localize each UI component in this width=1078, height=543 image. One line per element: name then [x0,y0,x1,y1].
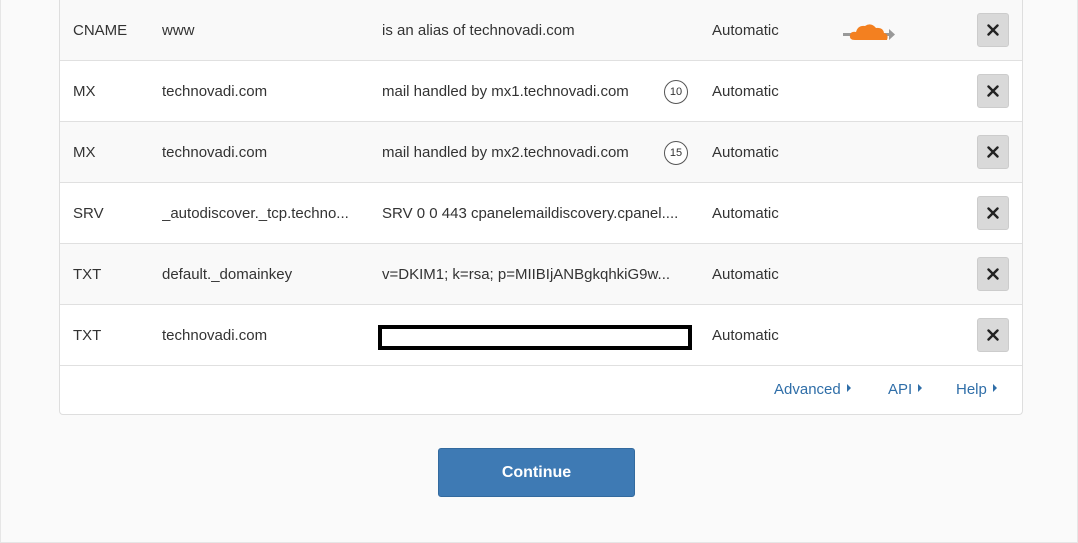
record-ttl: Automatic [712,22,779,39]
close-icon [987,146,999,158]
record-ttl: Automatic [712,266,779,283]
close-icon [987,85,999,97]
delete-record-button[interactable] [977,318,1009,352]
caret-right-icon [846,384,851,393]
delete-record-button[interactable] [977,135,1009,169]
record-name: technovadi.com [162,83,268,100]
mx-priority-badge: 10 [664,80,688,104]
delete-record-button[interactable] [977,74,1009,108]
help-link-label: Help [956,381,987,398]
dns-record-row[interactable]: MX technovadi.com mail handled by mx2.tech… [60,122,1022,183]
advanced-link-label: Advanced [774,381,841,398]
close-icon [987,329,999,341]
panel-footer-links: Advanced API Help [60,367,1022,415]
continue-button[interactable]: Continue [438,448,635,497]
cloud-proxy-icon[interactable] [843,20,897,44]
api-link-label: API [888,381,913,398]
page: CNAME www is an alias of technovadi.com Aut… [0,0,1078,543]
dns-record-row[interactable]: CNAME www is an alias of technovadi.com Aut… [60,0,1022,61]
mx-priority-badge: 15 [664,141,688,165]
record-name: technovadi.com [162,327,268,344]
record-ttl: Automatic [712,327,779,344]
help-link[interactable]: Help [956,381,997,398]
delete-record-button[interactable] [977,196,1009,230]
record-content: SRV 0 0 443 cpanelemaildiscovery.cpanel.… [382,205,679,222]
record-name: technovadi.com [162,144,268,161]
record-content: v=DKIM1; k=rsa; p=MIIBIjANBgkqhkiG9w... [382,266,671,283]
caret-right-icon [992,384,997,393]
record-name: www [162,22,195,39]
record-name: default._domainkey [162,266,293,283]
record-content: mail handled by mx2.technovadi.com [382,144,629,161]
record-name: _autodiscover._tcp.techno... [162,205,349,222]
record-type: TXT [73,266,102,283]
delete-record-button[interactable] [977,257,1009,291]
record-ttl: Automatic [712,144,779,161]
record-type: MX [73,83,96,100]
record-type: CNAME [73,22,128,39]
advanced-link[interactable]: Advanced [774,381,851,398]
dns-record-row[interactable]: SRV _autodiscover._tcp.techno... SRV 0 0 4… [60,183,1022,244]
dns-record-row[interactable]: MX technovadi.com mail handled by mx1.tech… [60,61,1022,122]
dns-record-row[interactable]: TXT technovadi.com Automatic [60,305,1022,366]
redacted-content [378,325,692,350]
record-type: TXT [73,327,102,344]
close-icon [987,268,999,280]
record-type: SRV [73,205,104,222]
close-icon [987,24,999,36]
record-content: is an alias of technovadi.com [382,22,575,39]
api-link[interactable]: API [888,381,923,398]
continue-button-label: Continue [501,463,572,481]
dns-records-panel: CNAME www is an alias of technovadi.com Aut… [59,0,1023,415]
record-type: MX [73,144,96,161]
record-content: mail handled by mx1.technovadi.com [382,83,629,100]
caret-right-icon [918,384,923,393]
close-icon [987,207,999,219]
delete-record-button[interactable] [977,13,1009,47]
record-ttl: Automatic [712,83,779,100]
dns-record-row[interactable]: TXT default._domainkey v=DKIM1; k=rsa; p=M… [60,244,1022,305]
record-ttl: Automatic [712,205,779,222]
